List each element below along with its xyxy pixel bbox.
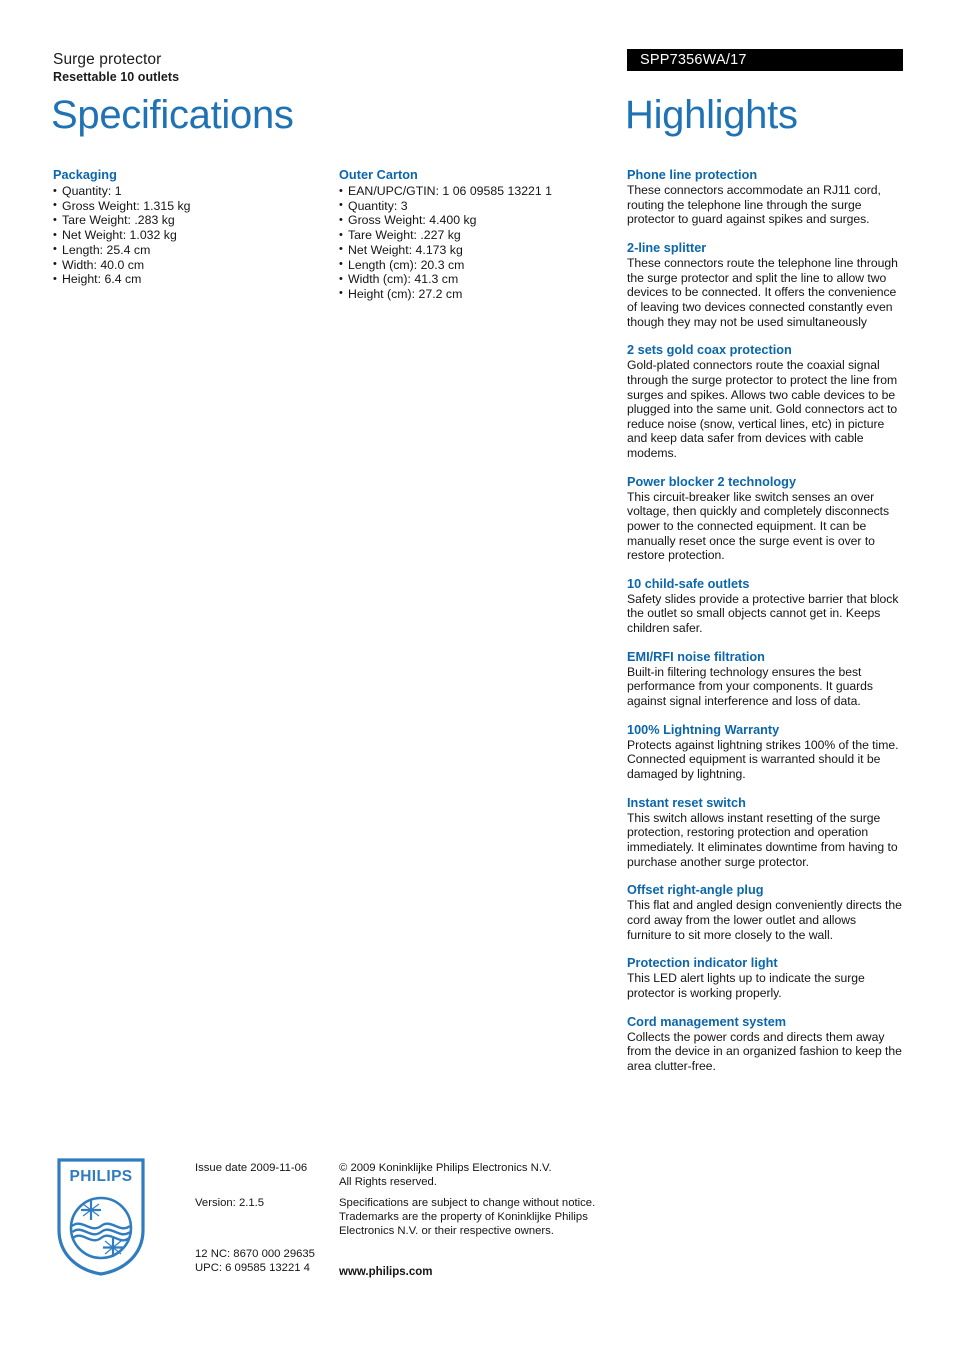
product-code-bar: SPP7356WA/17 bbox=[627, 49, 903, 71]
footer-upc: UPC: 6 09585 13221 4 bbox=[195, 1262, 310, 1274]
highlight-title: Cord management system bbox=[627, 1014, 787, 1029]
spec-item: Quantity: 1 bbox=[53, 184, 315, 199]
footer-issue-date: Issue date 2009-11-06 bbox=[195, 1162, 308, 1174]
highlight-title: Offset right-angle plug bbox=[627, 883, 764, 898]
footer-copyright: © 2009 Koninklijke Philips Electronics N… bbox=[339, 1161, 601, 1189]
highlights-column: Phone line protection These connectors a… bbox=[627, 167, 903, 1087]
spec-list: EAN/UPC/GTIN: 1 06 09585 13221 1 Quantit… bbox=[339, 184, 609, 302]
spec-item: Height (cm): 27.2 cm bbox=[339, 286, 609, 302]
highlight-title: 100% Lightning Warranty bbox=[627, 722, 780, 737]
highlight-block: Phone line protection These connectors a… bbox=[627, 167, 903, 227]
spec-group-title: Outer Carton bbox=[339, 168, 418, 182]
footer-codes: 12 NC: 8670 000 29635 UPC: 6 09585 13221… bbox=[195, 1247, 315, 1275]
footer-copyright-line2: All Rights reserved. bbox=[339, 1176, 437, 1188]
product-code: SPP7356WA/17 bbox=[640, 52, 747, 68]
spec-item: Tare Weight: .227 kg bbox=[339, 228, 609, 243]
highlight-title: Power blocker 2 technology bbox=[627, 474, 797, 489]
footer-12nc: 12 NC: 8670 000 29635 bbox=[195, 1248, 315, 1260]
highlight-block: 100% Lightning Warranty Protects against… bbox=[627, 722, 903, 782]
datasheet-page: Surge protector Resettable 10 outlets SP… bbox=[0, 0, 954, 1350]
highlight-block: 2 sets gold coax protection Gold-plated … bbox=[627, 342, 903, 460]
spec-column-outer-carton: Outer Carton EAN/UPC/GTIN: 1 06 09585 13… bbox=[339, 167, 609, 302]
highlight-body: Safety slides provide a protective barri… bbox=[627, 591, 899, 636]
product-type: Surge protector bbox=[53, 51, 162, 68]
spec-item: Width (cm): 41.3 cm bbox=[339, 272, 609, 287]
highlight-body: Protects against lightning strikes 100% … bbox=[627, 737, 899, 782]
philips-logo: PHILIPS bbox=[57, 1158, 145, 1276]
spec-item: Tare Weight: .283 kg bbox=[53, 213, 315, 228]
svg-text:PHILIPS: PHILIPS bbox=[69, 1168, 132, 1185]
highlight-block: Cord management system Collects the powe… bbox=[627, 1014, 903, 1074]
highlight-block: EMI/RFI noise filtration Built-in filter… bbox=[627, 649, 903, 709]
spec-item: Gross Weight: 1.315 kg bbox=[53, 198, 315, 214]
spec-column-packaging: Packaging Quantity: 1 Gross Weight: 1.31… bbox=[53, 167, 315, 287]
product-subtitle: Resettable 10 outlets bbox=[53, 70, 180, 84]
product-header: Surge protector Resettable 10 outlets bbox=[53, 50, 453, 85]
spec-list: Quantity: 1 Gross Weight: 1.315 kg Tare … bbox=[53, 184, 315, 287]
spec-item: Width: 40.0 cm bbox=[53, 257, 315, 273]
highlight-body: These connectors route the telephone lin… bbox=[627, 256, 898, 329]
highlight-title: 10 child-safe outlets bbox=[627, 576, 750, 591]
footer-version: Version: 2.1.5 bbox=[195, 1197, 265, 1209]
spec-item: Quantity: 3 bbox=[339, 198, 609, 214]
highlight-body: Gold-plated connectors route the coaxial… bbox=[627, 358, 898, 460]
spec-item: Net Weight: 1.032 kg bbox=[53, 228, 315, 243]
footer-disclaimer: Specifications are subject to change wit… bbox=[339, 1197, 596, 1237]
spec-item: Height: 6.4 cm bbox=[53, 272, 315, 287]
highlight-block: Protection indicator light This LED aler… bbox=[627, 955, 903, 1000]
spec-group-title: Packaging bbox=[53, 168, 117, 182]
footer-website-link[interactable]: www.philips.com bbox=[339, 1262, 433, 1280]
footer-website-label: www.philips.com bbox=[339, 1266, 433, 1278]
page-title-specifications: Specifications bbox=[51, 93, 294, 137]
highlight-body: These connectors accommodate an RJ11 cor… bbox=[627, 183, 881, 227]
highlight-body: This switch allows instant resetting of … bbox=[627, 810, 898, 869]
highlight-title: Protection indicator light bbox=[627, 956, 778, 971]
highlight-title: Phone line protection bbox=[627, 168, 758, 182]
highlight-title: EMI/RFI noise filtration bbox=[627, 649, 765, 664]
highlight-body: This circuit-breaker like switch senses … bbox=[627, 489, 890, 563]
highlight-title: 2 sets gold coax protection bbox=[627, 343, 792, 358]
highlight-block: Power blocker 2 technology This circuit-… bbox=[627, 474, 903, 563]
highlight-block: Offset right-angle plug This flat and an… bbox=[627, 882, 903, 942]
highlight-block: Instant reset switch This switch allows … bbox=[627, 795, 903, 870]
spec-item: Net Weight: 4.173 kg bbox=[339, 242, 609, 258]
footer-copyright-line1: © 2009 Koninklijke Philips Electronics N… bbox=[339, 1162, 552, 1174]
highlight-title: Instant reset switch bbox=[627, 795, 746, 810]
spec-item: Length (cm): 20.3 cm bbox=[339, 257, 609, 273]
highlight-block: 2-line splitter These connectors route t… bbox=[627, 240, 903, 329]
page-title-highlights: Highlights bbox=[625, 93, 798, 137]
highlight-body: This LED alert lights up to indicate the… bbox=[627, 971, 865, 1000]
highlight-body: Collects the power cords and directs the… bbox=[627, 1029, 902, 1073]
spec-item: Length: 25.4 cm bbox=[53, 242, 315, 258]
highlight-title: 2-line splitter bbox=[627, 240, 707, 255]
highlight-body: This flat and angled design conveniently… bbox=[627, 898, 902, 942]
spec-item: EAN/UPC/GTIN: 1 06 09585 13221 1 bbox=[339, 184, 609, 199]
highlight-block: 10 child-safe outlets Safety slides prov… bbox=[627, 576, 903, 636]
highlight-body: Built-in filtering technology ensures th… bbox=[627, 664, 873, 709]
spec-item: Gross Weight: 4.400 kg bbox=[339, 213, 609, 228]
